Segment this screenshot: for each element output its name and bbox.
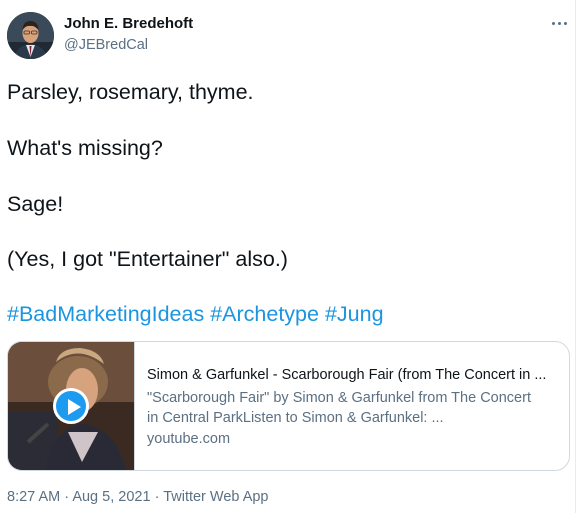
more-horizontal-icon[interactable] (550, 14, 570, 32)
author-handle[interactable]: @JEBredCal (64, 37, 148, 53)
hashtag-jung[interactable]: #Jung (325, 302, 384, 326)
link-preview-card[interactable]: Simon & Garfunkel - Scarborough Fair (fr… (7, 341, 570, 471)
card-domain: youtube.com (147, 431, 231, 447)
meta-separator: · (154, 489, 160, 505)
card-description-line-2: in Central ParkListen to Simon & Garfunk… (147, 410, 444, 426)
hashtag-archetype[interactable]: #Archetype (210, 302, 319, 326)
tweet-metadata: 8:27 AM · Aug 5, 2021 · Twitter Web App (7, 489, 269, 505)
card-title: Simon & Garfunkel - Scarborough Fair (fr… (147, 367, 547, 383)
hashtag-badmarketingideas[interactable]: #BadMarketingIdeas (7, 302, 204, 326)
tweet-date[interactable]: Aug 5, 2021 (72, 489, 150, 505)
avatar-portrait (7, 12, 54, 59)
hashtag-row: #BadMarketingIdeas #Archetype #Jung (7, 302, 384, 327)
meta-separator: · (64, 489, 70, 505)
tweet-text-line-2: What's missing? (7, 136, 163, 160)
card-description: "Scarborough Fair" by Simon & Garfunkel … (147, 388, 557, 428)
author-avatar[interactable] (7, 12, 54, 59)
tweet-text-line-4: (Yes, I got "Entertainer" also.) (7, 247, 288, 271)
video-thumbnail[interactable] (8, 342, 135, 470)
author-name[interactable]: John E. Bredehoft (64, 15, 193, 32)
tweet-time[interactable]: 8:27 AM (7, 489, 60, 505)
play-icon[interactable] (53, 388, 89, 424)
tweet-text-line-1: Parsley, rosemary, thyme. (7, 80, 254, 104)
card-description-line-1: "Scarborough Fair" by Simon & Garfunkel … (147, 390, 531, 406)
tweet-text-line-3: Sage! (7, 192, 64, 216)
tweet-source[interactable]: Twitter Web App (163, 489, 268, 505)
